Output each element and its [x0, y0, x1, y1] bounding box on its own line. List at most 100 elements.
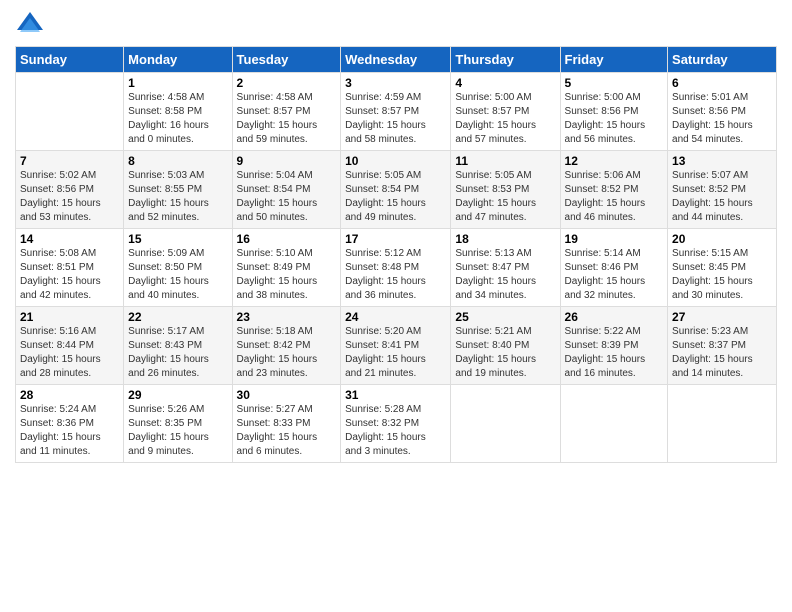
day-number: 30	[237, 388, 337, 402]
day-number: 22	[128, 310, 227, 324]
week-row-2: 7Sunrise: 5:02 AMSunset: 8:56 PMDaylight…	[16, 151, 777, 229]
day-info: Sunrise: 5:00 AMSunset: 8:57 PMDaylight:…	[455, 91, 555, 147]
day-number: 29	[128, 388, 227, 402]
day-number: 7	[20, 154, 119, 168]
day-info: Sunrise: 5:21 AMSunset: 8:40 PMDaylight:…	[455, 325, 555, 381]
day-number: 9	[237, 154, 337, 168]
day-header-tuesday: Tuesday	[232, 47, 341, 73]
logo-icon	[15, 10, 45, 40]
day-number: 28	[20, 388, 119, 402]
calendar-cell: 11Sunrise: 5:05 AMSunset: 8:53 PMDayligh…	[451, 151, 560, 229]
day-info: Sunrise: 5:09 AMSunset: 8:50 PMDaylight:…	[128, 247, 227, 303]
day-info: Sunrise: 5:05 AMSunset: 8:54 PMDaylight:…	[345, 169, 446, 225]
day-number: 31	[345, 388, 446, 402]
day-info: Sunrise: 5:15 AMSunset: 8:45 PMDaylight:…	[672, 247, 772, 303]
day-number: 27	[672, 310, 772, 324]
calendar-cell: 30Sunrise: 5:27 AMSunset: 8:33 PMDayligh…	[232, 385, 341, 463]
calendar-cell: 4Sunrise: 5:00 AMSunset: 8:57 PMDaylight…	[451, 73, 560, 151]
day-number: 21	[20, 310, 119, 324]
day-number: 25	[455, 310, 555, 324]
calendar-cell	[668, 385, 777, 463]
week-row-1: 1Sunrise: 4:58 AMSunset: 8:58 PMDaylight…	[16, 73, 777, 151]
day-number: 8	[128, 154, 227, 168]
day-number: 2	[237, 76, 337, 90]
day-header-saturday: Saturday	[668, 47, 777, 73]
day-info: Sunrise: 5:02 AMSunset: 8:56 PMDaylight:…	[20, 169, 119, 225]
calendar-cell: 16Sunrise: 5:10 AMSunset: 8:49 PMDayligh…	[232, 229, 341, 307]
calendar-cell: 20Sunrise: 5:15 AMSunset: 8:45 PMDayligh…	[668, 229, 777, 307]
calendar-cell: 22Sunrise: 5:17 AMSunset: 8:43 PMDayligh…	[124, 307, 232, 385]
calendar-cell: 24Sunrise: 5:20 AMSunset: 8:41 PMDayligh…	[341, 307, 451, 385]
day-info: Sunrise: 5:05 AMSunset: 8:53 PMDaylight:…	[455, 169, 555, 225]
logo	[15, 10, 47, 40]
day-number: 12	[565, 154, 664, 168]
calendar-cell: 28Sunrise: 5:24 AMSunset: 8:36 PMDayligh…	[16, 385, 124, 463]
day-number: 5	[565, 76, 664, 90]
day-number: 20	[672, 232, 772, 246]
day-number: 17	[345, 232, 446, 246]
week-row-3: 14Sunrise: 5:08 AMSunset: 8:51 PMDayligh…	[16, 229, 777, 307]
day-info: Sunrise: 5:12 AMSunset: 8:48 PMDaylight:…	[345, 247, 446, 303]
calendar-cell: 12Sunrise: 5:06 AMSunset: 8:52 PMDayligh…	[560, 151, 668, 229]
calendar-cell: 27Sunrise: 5:23 AMSunset: 8:37 PMDayligh…	[668, 307, 777, 385]
day-info: Sunrise: 5:28 AMSunset: 8:32 PMDaylight:…	[345, 403, 446, 459]
day-number: 15	[128, 232, 227, 246]
day-info: Sunrise: 5:07 AMSunset: 8:52 PMDaylight:…	[672, 169, 772, 225]
day-number: 26	[565, 310, 664, 324]
day-info: Sunrise: 4:58 AMSunset: 8:58 PMDaylight:…	[128, 91, 227, 147]
calendar-cell	[16, 73, 124, 151]
header	[15, 10, 777, 40]
day-info: Sunrise: 5:17 AMSunset: 8:43 PMDaylight:…	[128, 325, 227, 381]
calendar-cell: 5Sunrise: 5:00 AMSunset: 8:56 PMDaylight…	[560, 73, 668, 151]
day-number: 13	[672, 154, 772, 168]
day-info: Sunrise: 5:16 AMSunset: 8:44 PMDaylight:…	[20, 325, 119, 381]
calendar-cell: 29Sunrise: 5:26 AMSunset: 8:35 PMDayligh…	[124, 385, 232, 463]
day-info: Sunrise: 5:08 AMSunset: 8:51 PMDaylight:…	[20, 247, 119, 303]
day-info: Sunrise: 5:00 AMSunset: 8:56 PMDaylight:…	[565, 91, 664, 147]
calendar-cell: 15Sunrise: 5:09 AMSunset: 8:50 PMDayligh…	[124, 229, 232, 307]
day-number: 14	[20, 232, 119, 246]
day-number: 16	[237, 232, 337, 246]
day-number: 18	[455, 232, 555, 246]
day-number: 6	[672, 76, 772, 90]
week-row-5: 28Sunrise: 5:24 AMSunset: 8:36 PMDayligh…	[16, 385, 777, 463]
day-number: 4	[455, 76, 555, 90]
calendar-cell: 1Sunrise: 4:58 AMSunset: 8:58 PMDaylight…	[124, 73, 232, 151]
calendar-cell: 10Sunrise: 5:05 AMSunset: 8:54 PMDayligh…	[341, 151, 451, 229]
day-info: Sunrise: 5:22 AMSunset: 8:39 PMDaylight:…	[565, 325, 664, 381]
calendar-cell: 19Sunrise: 5:14 AMSunset: 8:46 PMDayligh…	[560, 229, 668, 307]
week-row-4: 21Sunrise: 5:16 AMSunset: 8:44 PMDayligh…	[16, 307, 777, 385]
day-number: 19	[565, 232, 664, 246]
day-number: 10	[345, 154, 446, 168]
day-info: Sunrise: 5:06 AMSunset: 8:52 PMDaylight:…	[565, 169, 664, 225]
calendar-cell: 3Sunrise: 4:59 AMSunset: 8:57 PMDaylight…	[341, 73, 451, 151]
calendar-cell: 2Sunrise: 4:58 AMSunset: 8:57 PMDaylight…	[232, 73, 341, 151]
day-header-thursday: Thursday	[451, 47, 560, 73]
day-number: 11	[455, 154, 555, 168]
day-header-friday: Friday	[560, 47, 668, 73]
calendar-cell: 9Sunrise: 5:04 AMSunset: 8:54 PMDaylight…	[232, 151, 341, 229]
calendar-cell: 23Sunrise: 5:18 AMSunset: 8:42 PMDayligh…	[232, 307, 341, 385]
day-info: Sunrise: 5:27 AMSunset: 8:33 PMDaylight:…	[237, 403, 337, 459]
calendar-cell: 7Sunrise: 5:02 AMSunset: 8:56 PMDaylight…	[16, 151, 124, 229]
day-info: Sunrise: 5:01 AMSunset: 8:56 PMDaylight:…	[672, 91, 772, 147]
day-info: Sunrise: 4:58 AMSunset: 8:57 PMDaylight:…	[237, 91, 337, 147]
calendar-cell	[451, 385, 560, 463]
calendar-cell: 31Sunrise: 5:28 AMSunset: 8:32 PMDayligh…	[341, 385, 451, 463]
calendar-cell: 21Sunrise: 5:16 AMSunset: 8:44 PMDayligh…	[16, 307, 124, 385]
day-number: 23	[237, 310, 337, 324]
main-container: SundayMondayTuesdayWednesdayThursdayFrid…	[0, 0, 792, 473]
calendar-cell: 6Sunrise: 5:01 AMSunset: 8:56 PMDaylight…	[668, 73, 777, 151]
calendar-cell: 8Sunrise: 5:03 AMSunset: 8:55 PMDaylight…	[124, 151, 232, 229]
day-number: 1	[128, 76, 227, 90]
calendar-cell: 14Sunrise: 5:08 AMSunset: 8:51 PMDayligh…	[16, 229, 124, 307]
calendar-cell: 17Sunrise: 5:12 AMSunset: 8:48 PMDayligh…	[341, 229, 451, 307]
day-info: Sunrise: 5:20 AMSunset: 8:41 PMDaylight:…	[345, 325, 446, 381]
day-info: Sunrise: 5:04 AMSunset: 8:54 PMDaylight:…	[237, 169, 337, 225]
calendar-cell: 26Sunrise: 5:22 AMSunset: 8:39 PMDayligh…	[560, 307, 668, 385]
day-info: Sunrise: 5:26 AMSunset: 8:35 PMDaylight:…	[128, 403, 227, 459]
calendar-cell: 25Sunrise: 5:21 AMSunset: 8:40 PMDayligh…	[451, 307, 560, 385]
calendar-cell	[560, 385, 668, 463]
day-info: Sunrise: 5:13 AMSunset: 8:47 PMDaylight:…	[455, 247, 555, 303]
day-header-wednesday: Wednesday	[341, 47, 451, 73]
